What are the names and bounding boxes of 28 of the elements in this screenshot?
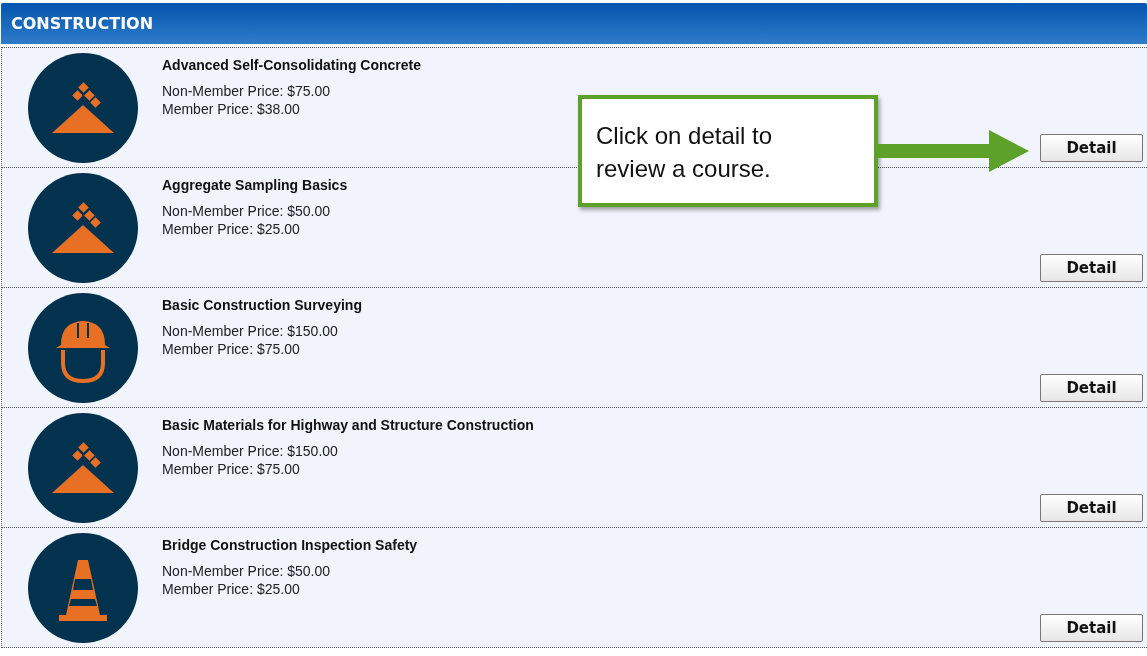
non-member-price: Non-Member Price: $75.00 — [162, 82, 332, 100]
detail-button[interactable]: Detail — [1040, 494, 1143, 522]
traffic-cone-icon — [28, 533, 138, 643]
course-title: Bridge Construction Inspection Safety — [162, 537, 419, 553]
mountain-icon — [28, 53, 138, 163]
detail-button[interactable]: Detail — [1040, 134, 1143, 162]
member-price: Member Price: $38.00 — [162, 100, 301, 118]
section-title: CONSTRUCTION — [11, 14, 154, 33]
member-price: Member Price: $75.00 — [162, 340, 301, 358]
member-price: Member Price: $25.00 — [162, 220, 301, 238]
detail-button[interactable]: Detail — [1040, 614, 1143, 642]
non-member-price: Non-Member Price: $150.00 — [162, 442, 339, 460]
non-member-price: Non-Member Price: $50.00 — [162, 202, 332, 220]
detail-button[interactable]: Detail — [1040, 254, 1143, 282]
member-price: Member Price: $75.00 — [162, 460, 301, 478]
course-title: Basic Materials for Highway and Structure Construction — [162, 417, 535, 433]
course-title: Advanced Self-Consolidating Concrete — [162, 57, 423, 73]
detail-button[interactable]: Detail — [1040, 374, 1143, 402]
arrow-icon — [877, 128, 1029, 174]
member-price: Member Price: $25.00 — [162, 580, 301, 598]
mountain-icon — [28, 413, 138, 523]
non-member-price: Non-Member Price: $50.00 — [162, 562, 332, 580]
mountain-icon — [28, 173, 138, 283]
non-member-price: Non-Member Price: $150.00 — [162, 322, 339, 340]
callout-text: Click on detail to review a course. — [578, 95, 878, 207]
hard-hat-icon — [28, 293, 138, 403]
course-title: Aggregate Sampling Basics — [162, 177, 349, 193]
course-title: Basic Construction Surveying — [162, 297, 363, 313]
